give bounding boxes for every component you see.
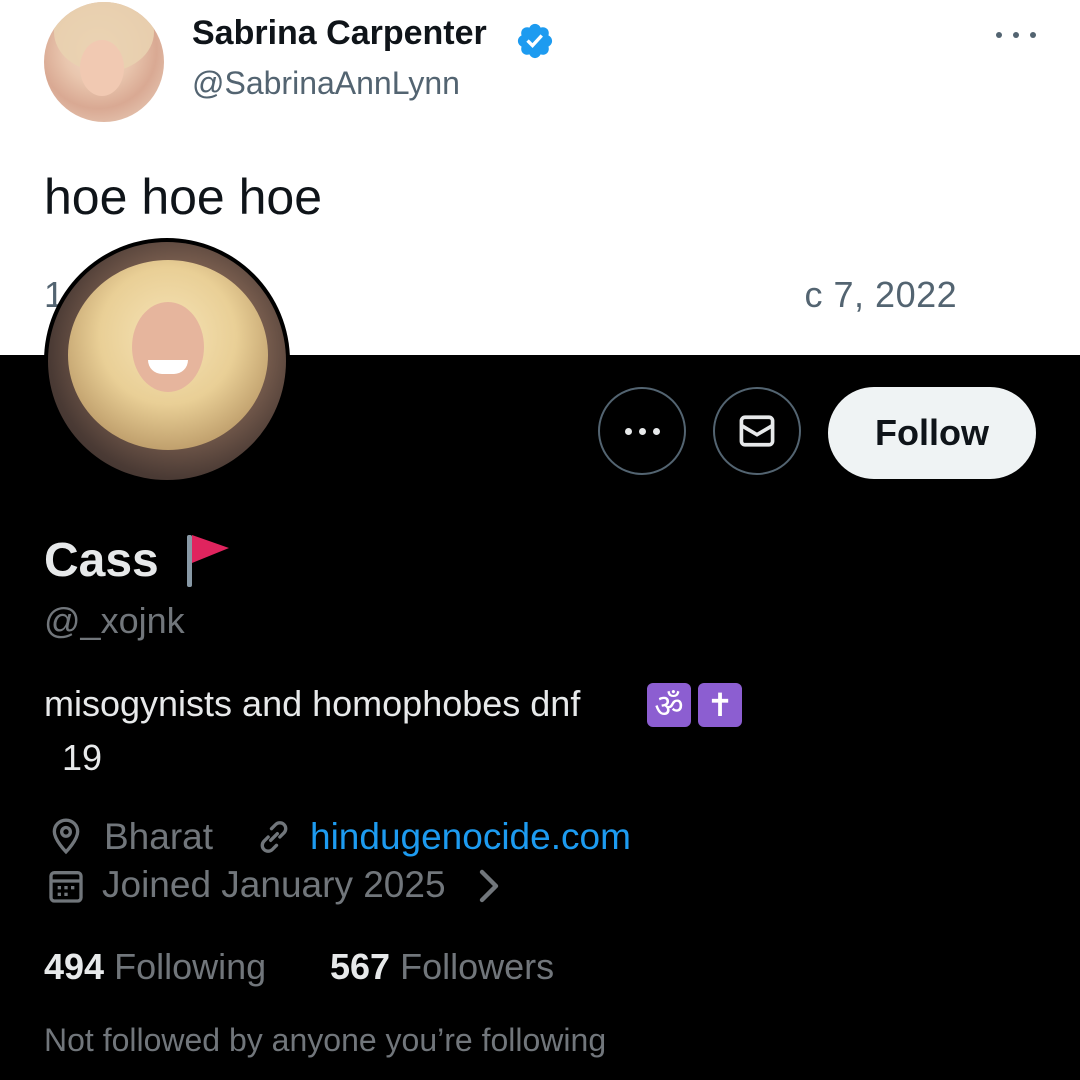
profile-location: Bharat — [104, 816, 214, 857]
following-label: Following — [104, 946, 267, 987]
tweet-text: hoe hoe hoe — [44, 169, 323, 225]
followers-count: 567 — [330, 946, 391, 987]
dot — [996, 32, 1002, 38]
tweet-author-handle[interactable]: @SabrinaAnnLynn — [192, 65, 460, 102]
follow-button[interactable]: Follow — [828, 387, 1036, 479]
verified-badge-icon — [517, 23, 553, 59]
envelope-icon — [739, 415, 775, 447]
following-count-link[interactable]: 494 Following — [44, 946, 266, 988]
dot — [1030, 32, 1036, 38]
tweet-author-name[interactable]: Sabrina Carpenter — [192, 14, 487, 53]
more-dots-icon[interactable] — [996, 18, 1036, 52]
profile-avatar[interactable] — [44, 238, 290, 484]
om-emoji-icon: ॐ — [647, 683, 691, 727]
avatar-face-shape — [132, 302, 204, 392]
location-pin-icon — [52, 818, 80, 855]
link-icon — [260, 821, 288, 853]
followed-by-note: Not followed by anyone you’re following — [44, 1022, 607, 1058]
profile-display-name: Cass — [44, 534, 159, 587]
message-button[interactable] — [713, 387, 801, 475]
profile-handle: @_xojnk — [44, 600, 185, 641]
more-dots-icon — [624, 427, 660, 435]
tweet-author-avatar[interactable] — [44, 2, 164, 122]
avatar-photo — [48, 242, 286, 480]
profile-bio: misogynists and homophobes dnf — [44, 683, 581, 724]
profile-joined-date: Joined January 2025 — [102, 864, 446, 905]
avatar-face-shape — [80, 40, 124, 96]
red-flag-icon — [187, 535, 229, 587]
profile-website-link[interactable]: hindugenocide.com — [310, 816, 631, 858]
more-options-button[interactable] — [598, 387, 686, 475]
cross-emoji-icon: ✝ — [698, 683, 742, 727]
dot — [1013, 32, 1019, 38]
chevron-right-icon[interactable] — [476, 866, 502, 906]
calendar-icon — [49, 871, 83, 903]
followers-count-link[interactable]: 567 Followers — [330, 946, 554, 988]
profile-bio-age: 19 — [62, 737, 103, 778]
followers-label: Followers — [390, 946, 555, 987]
following-count: 494 — [44, 946, 105, 987]
